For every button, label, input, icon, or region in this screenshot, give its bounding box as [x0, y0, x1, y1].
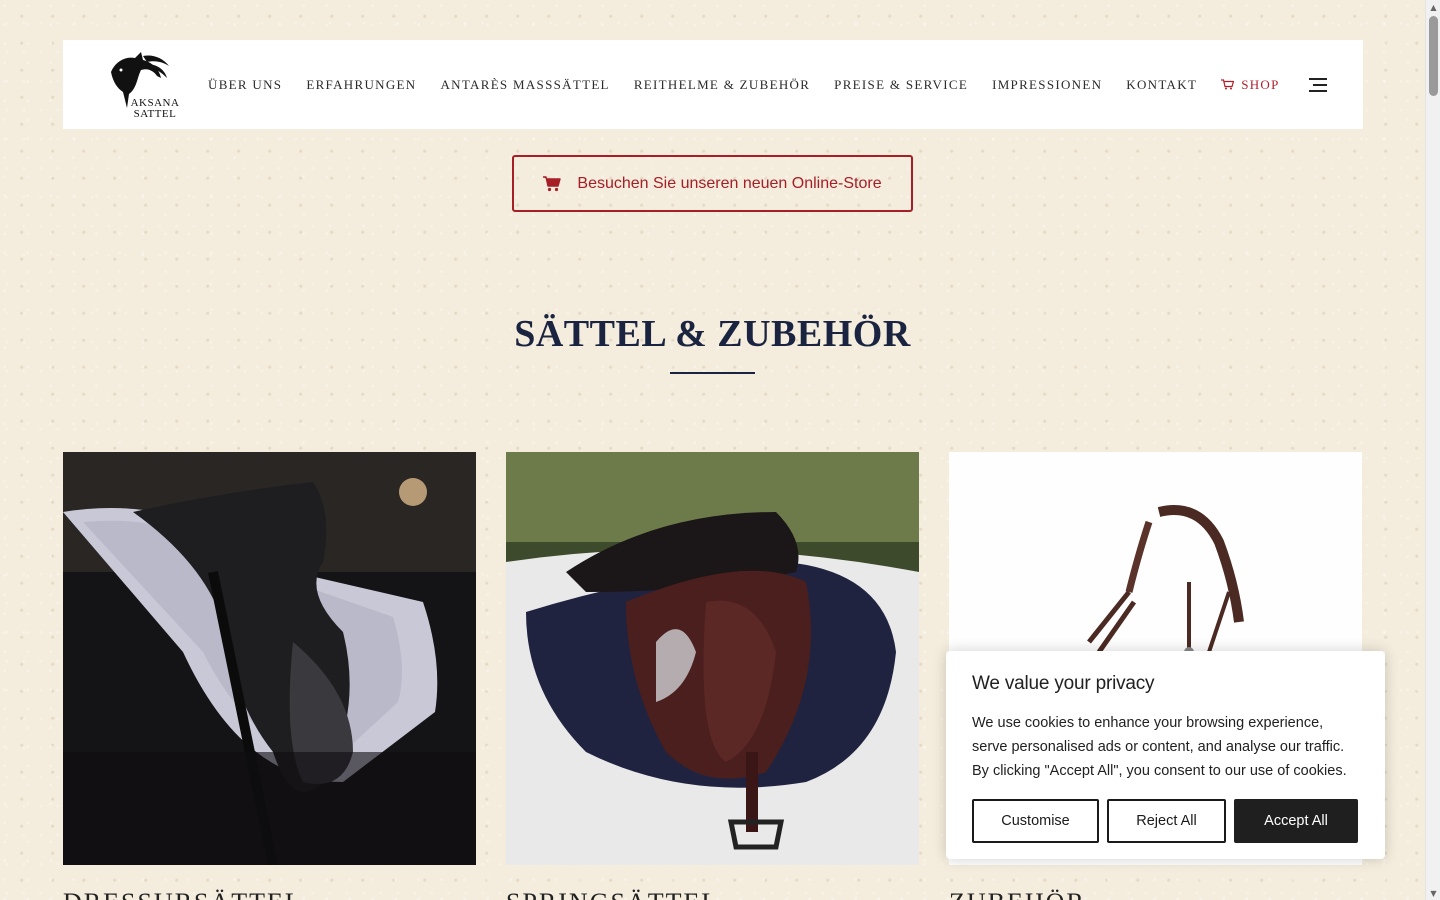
logo-text: AKSANA SATTEL: [125, 98, 185, 120]
nav-item-shop[interactable]: SHOP: [1221, 77, 1279, 93]
online-store-label: Besuchen Sie unseren neuen Online-Store: [577, 174, 882, 192]
site-logo[interactable]: AKSANA SATTEL: [107, 48, 181, 120]
main-nav: ÜBER UNS ERFAHRUNGEN ANTARÈS MASSSÄTTEL …: [208, 40, 1304, 129]
card-title-dressage[interactable]: DRESSURSÄTTEL: [63, 888, 303, 900]
cart-icon: [543, 175, 562, 191]
section-title: SÄTTEL & ZUBEHÖR: [514, 313, 911, 355]
cart-icon: [1221, 79, 1235, 90]
scroll-down-arrow-icon[interactable]: ▼: [1426, 886, 1440, 900]
cookie-consent-banner: We value your privacy We use cookies to …: [946, 651, 1385, 859]
nav-item-kontakt[interactable]: KONTAKT: [1126, 77, 1197, 93]
nav-item-impressionen[interactable]: IMPRESSIONEN: [992, 77, 1102, 93]
nav-item-erfahrungen[interactable]: ERFAHRUNGEN: [306, 77, 416, 93]
scroll-thumb[interactable]: [1429, 16, 1438, 96]
nav-shop-label: SHOP: [1241, 76, 1280, 92]
card-title-accessories[interactable]: ZUBEHÖR: [949, 888, 1086, 900]
scroll-up-arrow-icon[interactable]: ▲: [1426, 0, 1440, 14]
dressage-saddle-image[interactable]: [63, 452, 476, 865]
nav-item-ueber-uns[interactable]: ÜBER UNS: [208, 77, 282, 93]
page-scrollbar[interactable]: ▲ ▼: [1425, 0, 1440, 900]
logo-line2: SATTEL: [133, 108, 177, 120]
reject-all-button[interactable]: Reject All: [1107, 799, 1226, 843]
nav-item-reithelme-zubehoer[interactable]: REITHELME & ZUBEHÖR: [634, 77, 810, 93]
online-store-button[interactable]: Besuchen Sie unseren neuen Online-Store: [512, 155, 913, 212]
customise-button[interactable]: Customise: [972, 799, 1099, 843]
cookie-text: We use cookies to enhance your browsing …: [972, 715, 1347, 779]
hamburger-icon[interactable]: [1309, 78, 1327, 92]
title-underline: [670, 372, 755, 374]
cookie-buttons: Customise Reject All Accept All: [972, 799, 1359, 843]
site-header: AKSANA SATTEL ÜBER UNS ERFAHRUNGEN ANTAR…: [63, 40, 1363, 129]
accept-all-button[interactable]: Accept All: [1234, 799, 1358, 843]
jumping-saddle-picture: [506, 452, 919, 865]
nav-item-antares-masssaettel[interactable]: ANTARÈS MASSSÄTTEL: [440, 77, 609, 93]
dressage-saddle-picture: [63, 452, 476, 865]
cookie-title: We value your privacy: [972, 673, 1155, 694]
nav-item-preise-service[interactable]: PREISE & SERVICE: [834, 77, 968, 93]
jumping-saddle-image[interactable]: [506, 452, 919, 865]
card-title-jumping[interactable]: SPRINGSÄTTEL: [506, 888, 719, 900]
